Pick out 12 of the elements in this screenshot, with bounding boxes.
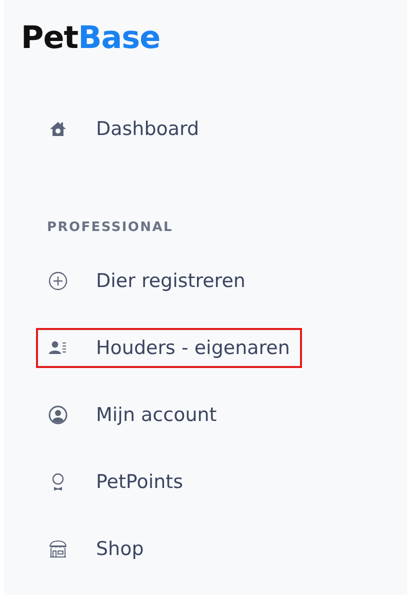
logo: PetBase <box>21 20 160 56</box>
user-circle-icon <box>48 405 68 425</box>
storefront-icon <box>48 539 68 559</box>
nav-item[interactable]: Dashboard <box>36 109 212 149</box>
nav-item[interactable]: Shop <box>36 529 156 569</box>
house-icon <box>48 119 68 139</box>
section-heading: PROFESSIONAL <box>47 220 174 235</box>
nav-item[interactable]: PetPoints <box>36 462 195 502</box>
add-circle-icon <box>48 271 68 291</box>
nav-item[interactable]: Mijn account <box>36 395 229 435</box>
nav-item[interactable]: Dier registreren <box>36 261 258 301</box>
nav-item[interactable]: Houders - eigenaren <box>36 328 302 368</box>
